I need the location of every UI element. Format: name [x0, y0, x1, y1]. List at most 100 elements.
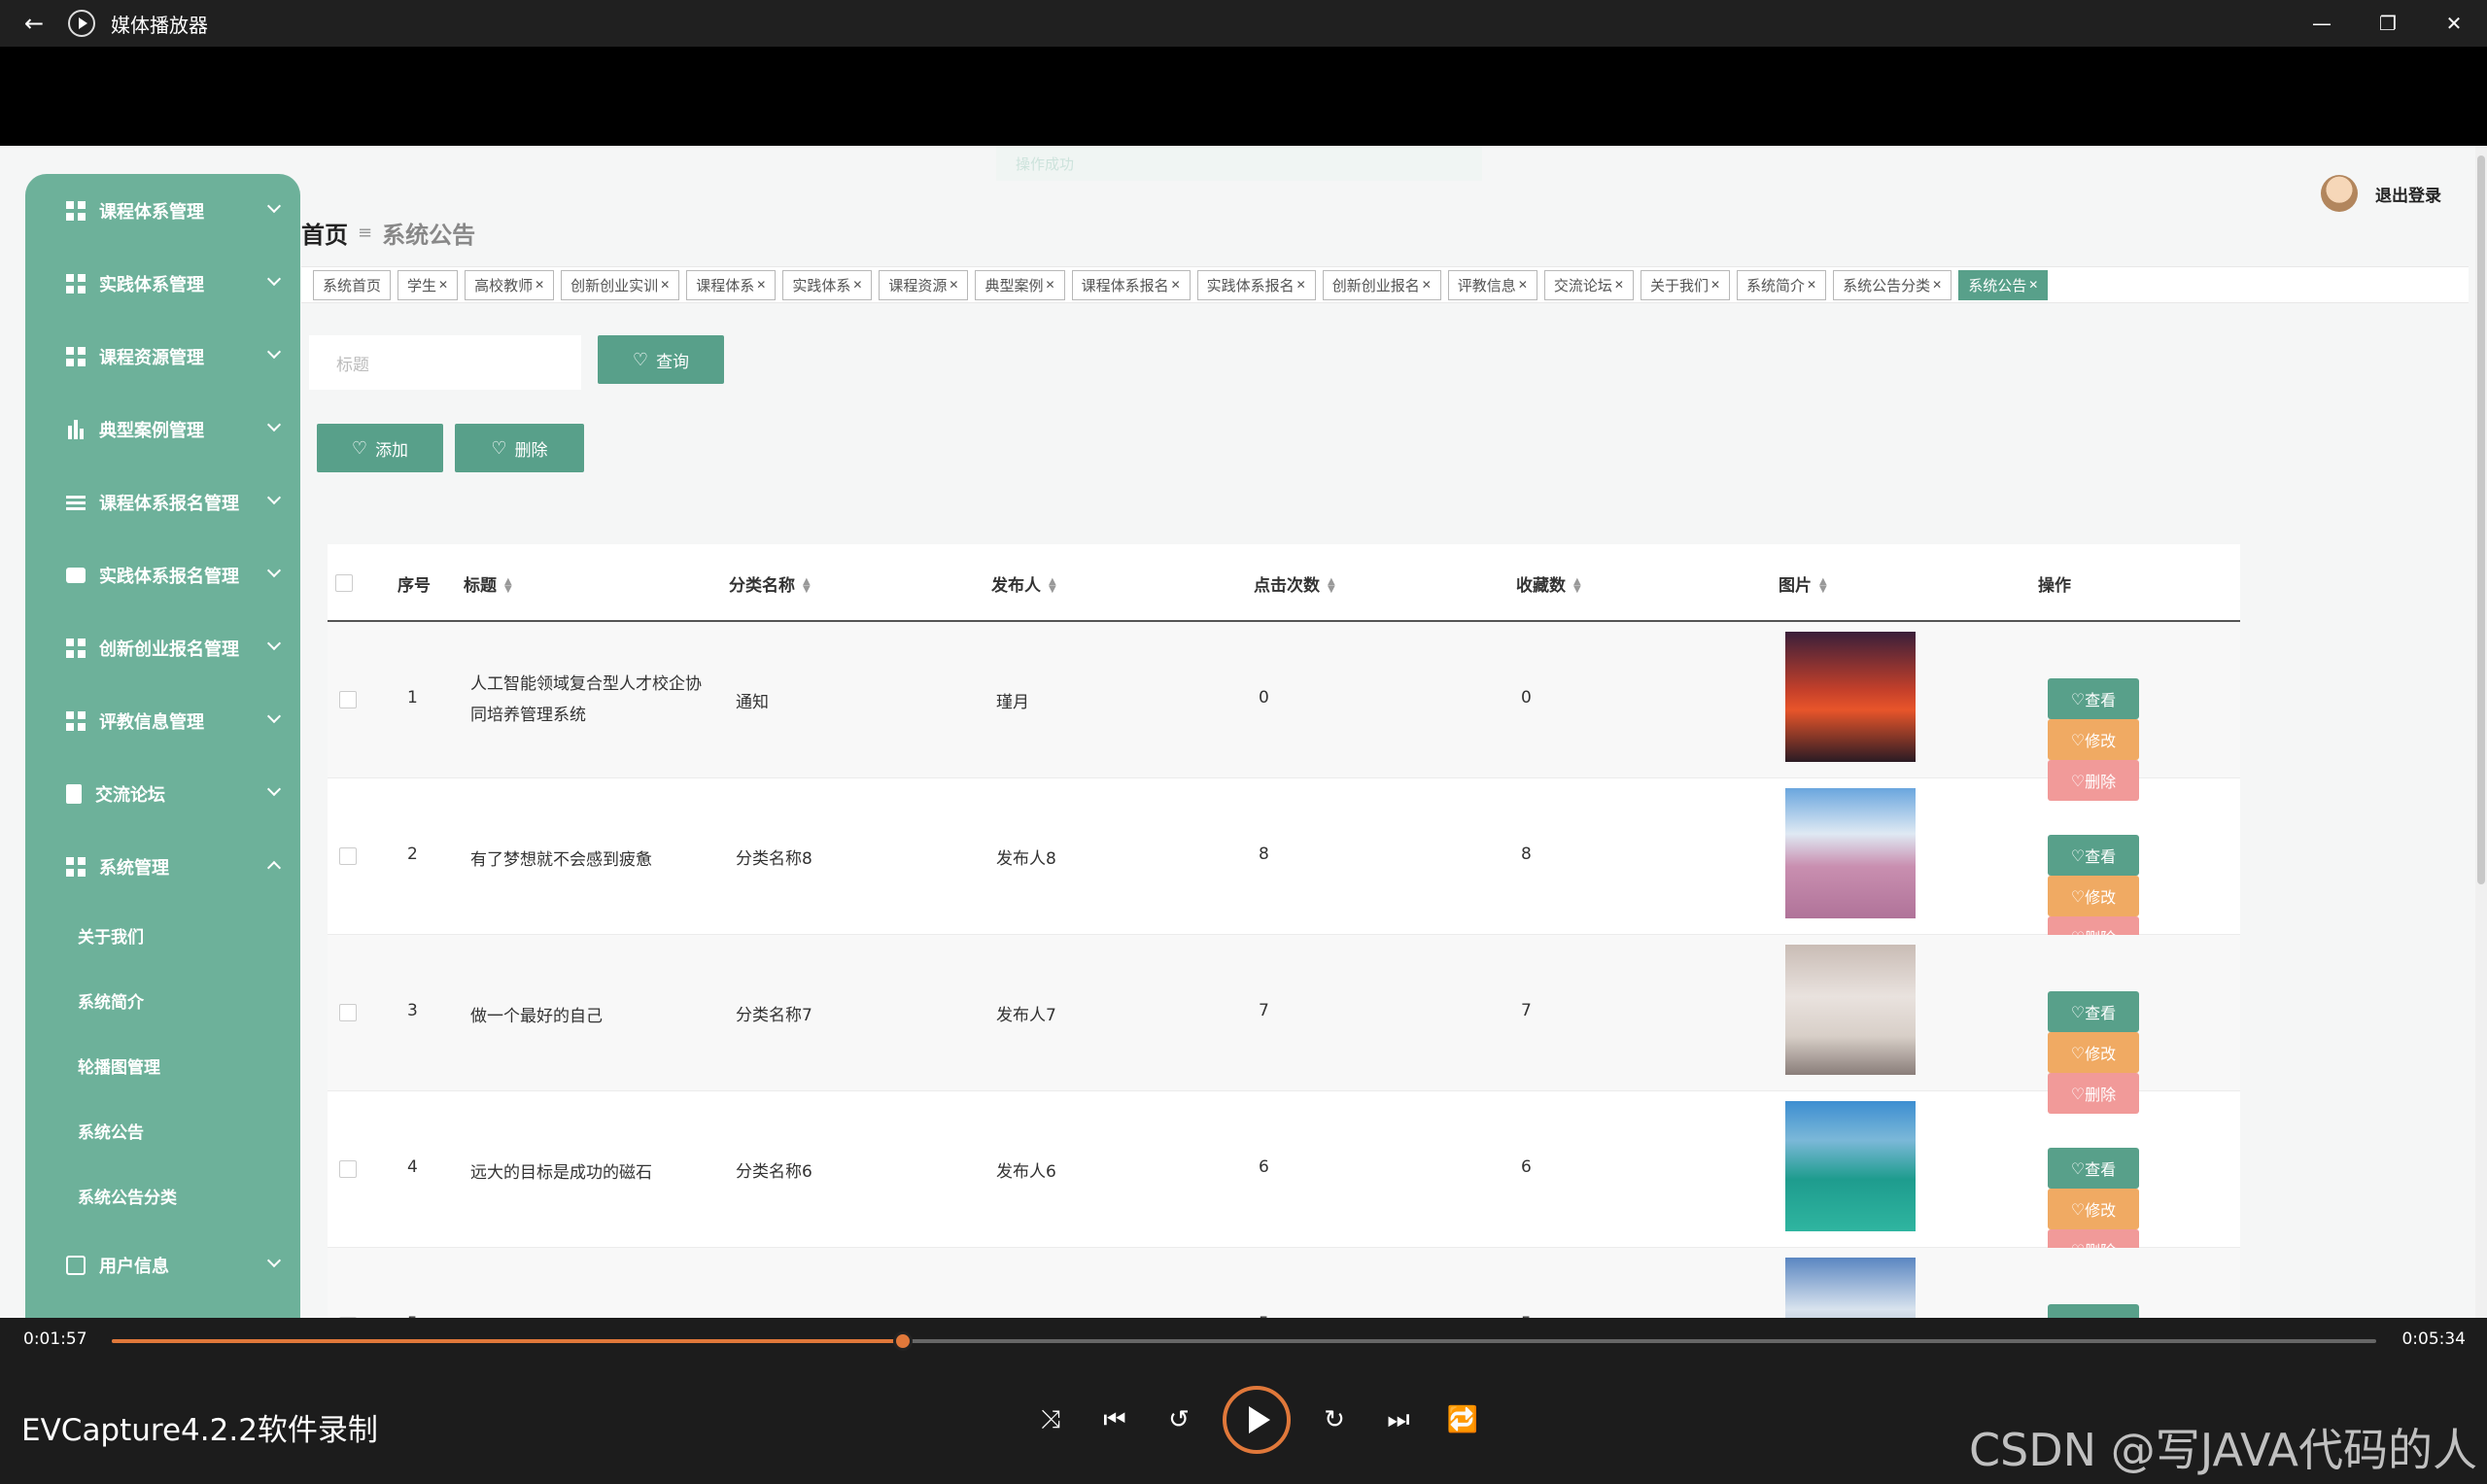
sidebar-item-forum[interactable]: 交流论坛	[25, 757, 300, 830]
tab-tag[interactable]: 实践体系 ✕	[782, 269, 873, 300]
close-tag-icon[interactable]: ✕	[1710, 278, 1720, 292]
edit-button[interactable]: ♡ 修改	[2048, 719, 2139, 760]
tab-tag[interactable]: 课程体系报名 ✕	[1071, 269, 1191, 300]
tab-tag[interactable]: 创新创业报名 ✕	[1322, 269, 1441, 300]
edit-button[interactable]: ♡ 修改	[2048, 1032, 2139, 1073]
next-icon[interactable]: ⏭	[1366, 1386, 1431, 1454]
table-row[interactable]: 5做个真正的学生分类名称5发布人555♡ 查看♡ 修改♡ 删除	[328, 1248, 2240, 1322]
vertical-scrollbar[interactable]	[2475, 146, 2487, 1322]
query-button[interactable]: ♡ 查询	[598, 335, 724, 384]
tab-tag[interactable]: 评教信息 ✕	[1447, 269, 1537, 300]
close-tag-icon[interactable]: ✕	[1518, 278, 1528, 292]
sidebar-subitem-notice-category[interactable]: 系统公告分类	[25, 1163, 300, 1228]
search-input[interactable]: 标题	[309, 335, 581, 390]
sidebar-item-course-resources[interactable]: 课程资源管理	[25, 320, 300, 393]
tab-tag[interactable]: 实践体系报名 ✕	[1196, 269, 1316, 300]
sidebar-item-system[interactable]: 系统管理	[25, 830, 300, 903]
sidebar-item-practice-system[interactable]: 实践体系管理	[25, 247, 300, 320]
close-tag-icon[interactable]: ✕	[535, 278, 544, 292]
sidebar-item-practice-signup[interactable]: 实践体系报名管理	[25, 538, 300, 611]
close-tag-icon[interactable]: ✕	[949, 278, 958, 292]
close-tag-icon[interactable]: ✕	[852, 278, 862, 292]
close-tag-icon[interactable]: ✕	[1807, 278, 1816, 292]
batch-delete-button[interactable]: ♡ 删除	[455, 424, 584, 472]
tab-tag[interactable]: 创新创业实训 ✕	[561, 269, 680, 300]
row-checkbox[interactable]	[339, 1160, 357, 1178]
sort-icon[interactable]: ▲ ▼	[504, 577, 512, 595]
close-tag-icon[interactable]: ✕	[1422, 278, 1432, 292]
sort-icon[interactable]: ▲ ▼	[1328, 577, 1335, 595]
sidebar-item-cases[interactable]: 典型案例管理	[25, 393, 300, 466]
table-row[interactable]: 1 人工智能领域复合型人才校企协同培养管理系统 通知 瑾月 0 0 ♡ 查看 ♡ 修改 ♡ 删除	[328, 622, 2240, 801]
tab-tag[interactable]: 系统公告分类 ✕	[1833, 269, 1952, 300]
forward-30-icon[interactable]: ↻	[1302, 1386, 1366, 1454]
sort-icon[interactable]: ▲ ▼	[803, 577, 811, 595]
table-row[interactable]: 2有了梦想就不会感到疲惫分类名称8发布人888♡ 查看♡ 修改♡ 删除	[328, 778, 2240, 957]
repeat-icon[interactable]: 🔁	[1431, 1386, 1495, 1454]
row-checkbox[interactable]	[339, 1004, 357, 1021]
sidebar-item-evaluation[interactable]: 评教信息管理	[25, 684, 300, 757]
view-button[interactable]: ♡ 查看	[2048, 1148, 2139, 1189]
rewind-10-icon[interactable]: ↺	[1147, 1386, 1211, 1454]
tab-tag[interactable]: 关于我们 ✕	[1640, 269, 1731, 300]
header-favorites[interactable]: 收藏数 ▲ ▼	[1516, 571, 1581, 596]
scrollbar-thumb[interactable]	[2477, 155, 2485, 884]
header-clicks[interactable]: 点击次数 ▲ ▼	[1254, 571, 1335, 596]
seek-handle[interactable]	[892, 1331, 913, 1351]
row-checkbox[interactable]	[339, 691, 357, 708]
tab-tag[interactable]: 学生 ✕	[397, 269, 459, 300]
close-tag-icon[interactable]: ✕	[1614, 278, 1624, 292]
sidebar-subitem-notice[interactable]: 系统公告	[25, 1098, 300, 1163]
tab-tag[interactable]: 高校教师 ✕	[465, 269, 555, 300]
sidebar-subitem-intro[interactable]: 系统简介	[25, 968, 300, 1033]
view-button[interactable]: ♡ 查看	[2048, 991, 2139, 1032]
select-all-checkbox[interactable]	[335, 574, 353, 592]
close-tag-icon[interactable]: ✕	[1932, 278, 1942, 292]
seek-bar[interactable]	[112, 1331, 2376, 1351]
sort-icon[interactable]: ▲ ▼	[1573, 577, 1581, 595]
header-image[interactable]: 图片 ▲ ▼	[1779, 571, 1827, 596]
sort-icon[interactable]: ▲ ▼	[1049, 577, 1056, 595]
tab-tag[interactable]: 交流论坛 ✕	[1543, 269, 1634, 300]
close-tag-icon[interactable]: ✕	[1046, 278, 1055, 292]
shuffle-icon[interactable]: ⤨	[1019, 1386, 1083, 1454]
avatar[interactable]	[2321, 175, 2358, 212]
back-arrow-icon[interactable]: ←	[0, 10, 68, 37]
tab-tag[interactable]: 典型案例 ✕	[975, 269, 1065, 300]
tab-tag[interactable]: 课程资源 ✕	[879, 269, 969, 300]
previous-icon[interactable]: ⏮	[1083, 1386, 1147, 1454]
row-checkbox[interactable]	[339, 847, 357, 865]
sidebar-item-innovation-signup[interactable]: 创新创业报名管理	[25, 611, 300, 684]
close-tag-icon[interactable]: ✕	[2028, 278, 2038, 292]
header-publisher[interactable]: 发布人 ▲ ▼	[991, 571, 1056, 596]
play-button[interactable]	[1223, 1386, 1291, 1454]
edit-button[interactable]: ♡ 修改	[2048, 1189, 2139, 1229]
header-title[interactable]: 标题 ▲ ▼	[464, 571, 512, 596]
sidebar-item-course-system[interactable]: 课程体系管理	[25, 174, 300, 247]
add-button[interactable]: ♡ 添加	[317, 424, 443, 472]
table-row[interactable]: 4远大的目标是成功的磁石分类名称6发布人666♡ 查看♡ 修改♡ 删除	[328, 1091, 2240, 1270]
view-button[interactable]: ♡ 查看	[2048, 678, 2139, 719]
close-icon[interactable]: ✕	[2421, 0, 2487, 47]
restore-icon[interactable]: ❐	[2355, 0, 2421, 47]
close-tag-icon[interactable]: ✕	[438, 278, 448, 292]
view-button[interactable]: ♡ 查看	[2048, 835, 2139, 876]
table-row[interactable]: 3 做一个最好的自己 分类名称7 发布人7 7 7 ♡ 查看 ♡ 修改 ♡ 删除	[328, 935, 2240, 1114]
close-tag-icon[interactable]: ✕	[1296, 278, 1306, 292]
sidebar-item-course-signup[interactable]: 课程体系报名管理	[25, 466, 300, 538]
logout-link[interactable]: 退出登录	[2375, 182, 2441, 206]
tab-tag[interactable]: 系统简介 ✕	[1737, 269, 1827, 300]
tab-tag[interactable]: 课程体系 ✕	[686, 269, 777, 300]
sidebar-subitem-carousel[interactable]: 轮播图管理	[25, 1033, 300, 1098]
breadcrumb-home[interactable]: 首页	[301, 216, 348, 250]
sort-icon[interactable]: ▲ ▼	[1819, 577, 1827, 595]
tab-tag[interactable]: 系统首页	[313, 269, 392, 300]
header-category[interactable]: 分类名称 ▲ ▼	[729, 571, 811, 596]
minimize-icon[interactable]: —	[2289, 0, 2355, 47]
edit-button[interactable]: ♡ 修改	[2048, 876, 2139, 916]
close-tag-icon[interactable]: ✕	[1171, 278, 1181, 292]
sidebar-item-user-info[interactable]: 用户信息	[25, 1228, 300, 1301]
tab-tag[interactable]: 系统公告 ✕	[1958, 269, 2049, 300]
close-tag-icon[interactable]: ✕	[660, 278, 670, 292]
sidebar-subitem-about[interactable]: 关于我们	[25, 903, 300, 968]
